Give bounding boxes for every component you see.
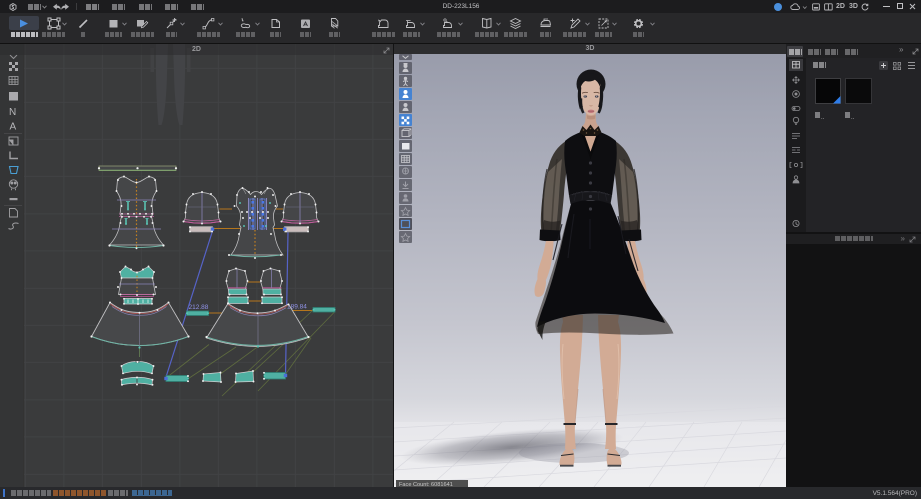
svg-text:189.84: 189.84 (287, 304, 307, 311)
svg-text:A: A (10, 122, 17, 133)
svg-text:212.88: 212.88 (189, 304, 209, 311)
svg-text:N: N (9, 107, 16, 118)
